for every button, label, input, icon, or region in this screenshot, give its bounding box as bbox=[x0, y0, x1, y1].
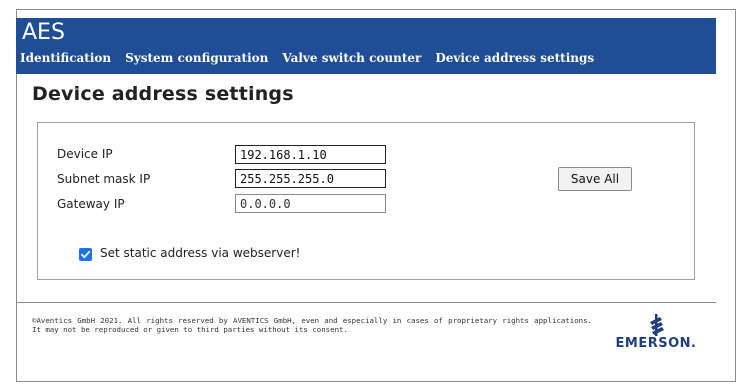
app-header: AES Identification System configuration … bbox=[16, 18, 716, 74]
main-nav: Identification System configuration Valv… bbox=[20, 50, 608, 66]
footer-divider bbox=[16, 302, 716, 303]
nav-system-configuration[interactable]: System configuration bbox=[125, 50, 268, 66]
copyright-text: ©Aventics GmbH 2021. All rights reserved… bbox=[32, 316, 592, 334]
emerson-logo-text: EMERSON. bbox=[615, 336, 697, 351]
device-ip-label: Device IP bbox=[57, 147, 113, 161]
static-address-checkbox[interactable] bbox=[79, 248, 92, 261]
subnet-mask-label: Subnet mask IP bbox=[57, 172, 151, 186]
nav-device-address-settings[interactable]: Device address settings bbox=[435, 50, 594, 66]
page-title: Device address settings bbox=[32, 83, 294, 105]
static-address-label: Set static address via webserver! bbox=[100, 246, 301, 260]
subnet-mask-field[interactable] bbox=[235, 169, 386, 188]
checkmark-icon bbox=[81, 250, 91, 259]
app-title: AES bbox=[22, 20, 65, 45]
emerson-logo-icon bbox=[650, 314, 664, 336]
gateway-ip-label: Gateway IP bbox=[57, 197, 125, 211]
save-all-button[interactable]: Save All bbox=[558, 167, 632, 191]
nav-valve-switch-counter[interactable]: Valve switch counter bbox=[282, 50, 421, 66]
gateway-ip-field[interactable] bbox=[235, 194, 386, 213]
nav-identification[interactable]: Identification bbox=[20, 50, 111, 66]
device-ip-field[interactable] bbox=[235, 145, 386, 164]
emerson-logo: EMERSON. bbox=[612, 312, 700, 352]
